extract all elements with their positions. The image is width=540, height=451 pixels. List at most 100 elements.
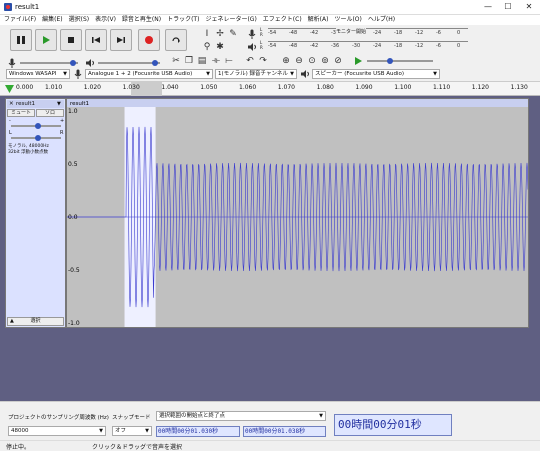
play-speed-slider[interactable] xyxy=(367,58,433,64)
sample-rate-select[interactable]: 48000 ▼ xyxy=(8,426,106,436)
play-meter[interactable]: LR -54 -48 -42 -36 -30 -24 -18 -12 -6 0 xyxy=(260,40,470,52)
waveform-plot[interactable]: result11.0 0.5 0.0 -0.5 -1.0 xyxy=(67,99,529,327)
selection-mode-select[interactable]: 選択範囲の開始点と終了点 ▼ xyxy=(156,411,326,421)
meter-tick-label: -54 xyxy=(268,30,277,36)
zoom-toggle-icon: ⊘ xyxy=(334,56,342,66)
input-mic-icon xyxy=(72,68,84,80)
copy-icon: ❐ xyxy=(184,56,194,66)
cut-button[interactable]: ✂ xyxy=(170,55,182,67)
trim-button[interactable]: ⟛ xyxy=(210,55,222,67)
track-gain-slider[interactable] xyxy=(11,123,61,129)
play-meter-speaker-icon xyxy=(246,41,258,53)
output-device-value: スピーカー (Focusrite USB Audio) xyxy=(315,71,404,77)
timeline-ruler[interactable]: 0.000 1.010 1.020 1.030 1.040 1.050 1.060 1.070… xyxy=(0,82,540,96)
track-select-button[interactable]: ▲ 選択 xyxy=(7,317,64,326)
zoom-out-button[interactable]: ⊖ xyxy=(293,55,305,67)
meter-tick-label: -48 xyxy=(289,30,298,36)
waveform-view[interactable]: result1 1.0 0.5 0.0 -0.5 -1.0 xyxy=(66,98,529,328)
menu-effect[interactable]: エフェクト(C) xyxy=(263,15,302,25)
chevron-down-icon: ▼ xyxy=(319,413,323,419)
record-volume-slider[interactable] xyxy=(20,60,78,66)
meter-tick-label: -12 xyxy=(415,30,424,36)
stop-button[interactable] xyxy=(60,29,82,51)
minimize-button[interactable]: — xyxy=(480,0,496,15)
track-area[interactable]: ✕ result1 ▼ ミュート ソロ - + L R モノラル, 48000H… xyxy=(0,96,540,401)
play-at-speed-button[interactable] xyxy=(352,55,364,67)
pause-button[interactable] xyxy=(10,29,32,51)
meter-tick-label: -18 xyxy=(394,30,403,36)
envelope-icon: ✢ xyxy=(216,29,224,39)
track-menu-chevron-icon[interactable]: ▼ xyxy=(57,100,61,108)
track-close-button[interactable]: ✕ xyxy=(9,100,14,108)
stop-icon xyxy=(68,37,74,43)
meter-tick-label: -36 xyxy=(331,43,340,49)
chevron-down-icon: ▼ xyxy=(99,428,103,434)
paste-icon: ▤ xyxy=(197,56,207,66)
snap-mode-value: オフ xyxy=(115,428,127,434)
envelope-tool[interactable]: ✢ xyxy=(214,28,226,40)
menu-view[interactable]: 表示(V) xyxy=(95,15,116,25)
record-meter-hint[interactable]: モニター開始 xyxy=(336,28,367,35)
ruler-tick-label: 1.070 xyxy=(277,84,295,91)
copy-button[interactable]: ❐ xyxy=(183,55,195,67)
ruler-tick-label: 1.050 xyxy=(200,84,218,91)
output-device-select[interactable]: スピーカー (Focusrite USB Audio) ▼ xyxy=(312,69,440,79)
fit-project-icon: ⊚ xyxy=(321,56,329,66)
skip-start-icon xyxy=(92,37,100,43)
skip-start-button[interactable] xyxy=(85,29,107,51)
solo-button[interactable]: ソロ xyxy=(36,109,64,117)
draw-tool[interactable]: ✎ xyxy=(227,28,239,40)
menu-tools[interactable]: ツール(O) xyxy=(334,15,361,25)
silence-button[interactable]: ⟝ xyxy=(223,55,235,67)
zoom-in-button[interactable]: ⊕ xyxy=(280,55,292,67)
mute-button[interactable]: ミュート xyxy=(7,109,35,117)
playback-volume-slider[interactable] xyxy=(98,60,160,66)
input-channels-value: 1(モノラル) 録音チャンネル xyxy=(218,71,288,77)
zoom-out-icon: ⊖ xyxy=(295,56,303,66)
input-device-value: Analogue 1 + 2 (Focusrite USB Audio) xyxy=(88,71,193,77)
track-pan-slider[interactable] xyxy=(11,135,61,141)
menu-select[interactable]: 選択(S) xyxy=(69,15,90,25)
skip-end-button[interactable] xyxy=(110,29,132,51)
fit-project-button[interactable]: ⊚ xyxy=(319,55,331,67)
play-button[interactable] xyxy=(35,29,57,51)
snap-mode-select[interactable]: オフ ▼ xyxy=(112,426,152,436)
audio-host-value: Windows WASAPI xyxy=(9,71,57,77)
clip-header[interactable] xyxy=(67,99,528,107)
track-control-panel[interactable]: ✕ result1 ▼ ミュート ソロ - + L R モノラル, 48000H… xyxy=(5,98,66,328)
zoom-tool[interactable]: ⚲ xyxy=(201,41,213,53)
paste-button[interactable]: ▤ xyxy=(196,55,208,67)
input-device-select[interactable]: Analogue 1 + 2 (Focusrite USB Audio) ▼ xyxy=(85,69,213,79)
sample-rate-label: プロジェクトのサンプリング周波数 (Hz) xyxy=(8,415,109,421)
multi-tool[interactable]: ✱ xyxy=(214,41,226,53)
menu-help[interactable]: ヘルプ(H) xyxy=(368,15,395,25)
input-channels-select[interactable]: 1(モノラル) 録音チャンネル ▼ xyxy=(215,69,297,79)
fit-selection-button[interactable]: ⊙ xyxy=(306,55,318,67)
record-button[interactable] xyxy=(138,29,160,51)
redo-button[interactable]: ↷ xyxy=(257,55,269,67)
menu-tracks[interactable]: トラック(T) xyxy=(167,15,199,25)
audio-host-select[interactable]: Windows WASAPI ▼ xyxy=(6,69,70,79)
track-name-menu[interactable]: result1 xyxy=(16,100,35,108)
menu-file[interactable]: ファイル(F) xyxy=(4,15,36,25)
ruler-tick-label: 0.000 xyxy=(16,84,34,91)
status-bar: 停止中。 クリック＆ドラッグで音声を選択 xyxy=(0,440,540,451)
menu-analyze[interactable]: 解析(A) xyxy=(308,15,329,25)
menu-bar: ファイル(F) 編集(E) 選択(S) 表示(V) 録音と再生(N) トラック(… xyxy=(0,15,540,25)
audio-position-time[interactable]: 00時間00分01秒 xyxy=(334,414,452,436)
gain-plus-label: + xyxy=(60,118,65,124)
maximize-button[interactable]: ☐ xyxy=(500,0,516,15)
ruler-tick-label: 1.010 xyxy=(45,84,63,91)
menu-edit[interactable]: 編集(E) xyxy=(42,15,62,25)
ruler-tick-label: 1.120 xyxy=(471,84,489,91)
selection-end-time[interactable]: 00時間00分01.038秒 xyxy=(243,426,326,437)
undo-button[interactable]: ↶ xyxy=(244,55,256,67)
zoom-toggle-button[interactable]: ⊘ xyxy=(332,55,344,67)
close-button[interactable]: ✕ xyxy=(521,0,537,15)
loop-button[interactable] xyxy=(165,29,187,51)
selection-tool[interactable]: I xyxy=(201,28,213,40)
menu-generate[interactable]: ジェネレーター(G) xyxy=(205,15,256,25)
menu-transport[interactable]: 録音と再生(N) xyxy=(122,15,161,25)
selection-start-time[interactable]: 00時間00分01.030秒 xyxy=(156,426,240,437)
meter-tick-label: -54 xyxy=(268,43,277,49)
